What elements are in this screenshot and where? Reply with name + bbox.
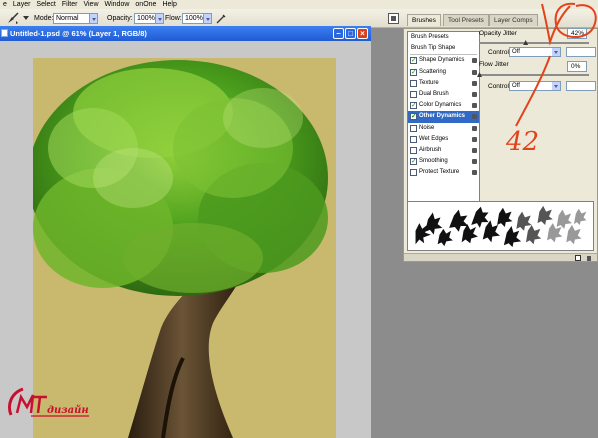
- checkbox[interactable]: [410, 90, 417, 98]
- brush-setting-shape-dynamics[interactable]: Shape Dynamics: [408, 55, 479, 66]
- hand-annotation: 42: [505, 2, 597, 157]
- flow-label: Flow:: [165, 15, 182, 22]
- lock-icon[interactable]: [472, 125, 477, 131]
- checkbox[interactable]: [410, 124, 417, 132]
- menu-item-help[interactable]: Help: [162, 1, 176, 8]
- menu-item-onone[interactable]: onOne: [135, 1, 156, 8]
- brush-setting-other-dynamics[interactable]: Other Dynamics: [408, 111, 479, 123]
- mode-value: Normal: [56, 15, 79, 22]
- opacity-field[interactable]: 100%: [134, 13, 156, 24]
- brush-stroke-preview: [407, 201, 594, 251]
- brush-setting-label: Texture: [419, 79, 439, 86]
- document-icon: [1, 29, 8, 37]
- brush-setting-scattering[interactable]: Scattering: [408, 67, 479, 78]
- brush-setting-label: Wet Edges: [419, 135, 449, 142]
- brush-setting-color-dynamics[interactable]: Color Dynamics: [408, 100, 479, 111]
- brush-setting-label: Shape Dynamics: [419, 57, 465, 64]
- tab-brushes[interactable]: Brushes: [407, 14, 441, 26]
- checkbox[interactable]: [410, 101, 417, 110]
- document-window: Untitled-1.psd @ 61% (Layer 1, RGB/8) – …: [0, 26, 371, 438]
- menu-item-filter[interactable]: Filter: [62, 1, 78, 8]
- trash-icon[interactable]: [586, 255, 592, 261]
- mode-dropdown-arrow[interactable]: [89, 13, 98, 24]
- brush-setting-label: Protect Texture: [419, 169, 460, 176]
- lock-icon[interactable]: [472, 159, 477, 165]
- lock-icon[interactable]: [472, 114, 477, 120]
- mt-dizain-logo: дизайн: [8, 387, 89, 417]
- brush-setting-label: Noise: [419, 124, 435, 131]
- brush-setting-label: Brush Tip Shape: [411, 45, 456, 52]
- maximize-button[interactable]: □: [345, 28, 356, 39]
- close-button[interactable]: ×: [357, 28, 368, 39]
- brush-setting-brush-presets[interactable]: Brush Presets: [408, 32, 479, 43]
- checkbox[interactable]: [410, 146, 417, 154]
- checkbox[interactable]: [410, 56, 417, 65]
- brush-setting-label: Other Dynamics: [419, 113, 466, 120]
- lock-icon[interactable]: [472, 147, 477, 153]
- mode-label: Mode:: [34, 15, 54, 22]
- lock-icon[interactable]: [472, 69, 477, 75]
- brush-setting-label: Brush Presets: [411, 34, 449, 40]
- menu-item-layer[interactable]: Layer: [13, 1, 31, 8]
- brush-setting-label: Airbrush: [419, 146, 442, 153]
- brush-setting-brush-tip-shape[interactable]: Brush Tip Shape: [408, 43, 479, 54]
- menu-item-view[interactable]: View: [83, 1, 98, 8]
- brush-setting-dual-brush[interactable]: Dual Brush: [408, 89, 479, 100]
- lock-icon[interactable]: [472, 58, 477, 64]
- panel-status-strip: [404, 253, 597, 261]
- flow-value: 100%: [185, 15, 203, 22]
- menu-item-select[interactable]: Select: [36, 1, 55, 8]
- brush-setting-wet-edges[interactable]: Wet Edges: [408, 134, 479, 145]
- tab-tool-presets[interactable]: Tool Presets: [443, 14, 489, 26]
- brush-setting-label: Dual Brush: [419, 90, 449, 97]
- brush-tool-icon[interactable]: [6, 12, 20, 25]
- lock-icon[interactable]: [472, 91, 477, 97]
- flow-field[interactable]: 100%: [182, 13, 204, 24]
- palette-well-icon[interactable]: [388, 13, 399, 24]
- lock-icon[interactable]: [472, 136, 477, 142]
- logo-word: дизайн: [47, 405, 89, 416]
- lock-icon[interactable]: [472, 103, 477, 109]
- brush-setting-protect-texture[interactable]: Protect Texture: [408, 167, 479, 178]
- brush-settings-list: Brush Presets Brush Tip Shape Shape Dynami…: [407, 31, 480, 207]
- checkbox[interactable]: [410, 135, 417, 143]
- document-title: Untitled-1.psd @ 61% (Layer 1, RGB/8): [10, 29, 147, 38]
- opacity-label: Opacity:: [107, 15, 133, 22]
- brush-setting-label: Smoothing: [419, 158, 448, 165]
- opacity-value: 100%: [137, 15, 155, 22]
- checkbox[interactable]: [410, 169, 417, 177]
- minimize-button[interactable]: –: [333, 28, 344, 39]
- document-title-bar[interactable]: Untitled-1.psd @ 61% (Layer 1, RGB/8) – …: [0, 26, 371, 41]
- menu-item-window[interactable]: Window: [105, 1, 130, 8]
- checkbox[interactable]: [410, 79, 417, 87]
- brush-preset-picker-icon[interactable]: [23, 16, 29, 21]
- checkbox[interactable]: [410, 112, 417, 121]
- brush-setting-label: Scattering: [419, 68, 447, 75]
- checkbox[interactable]: [410, 68, 417, 76]
- brush-setting-noise[interactable]: Noise: [408, 123, 479, 134]
- brush-setting-airbrush[interactable]: Airbrush: [408, 145, 479, 156]
- image-canvas[interactable]: [33, 58, 336, 438]
- airbrush-icon[interactable]: [215, 13, 227, 25]
- lock-icon[interactable]: [472, 170, 477, 176]
- brush-setting-label: Color Dynamics: [419, 102, 462, 109]
- flow-slider-arrow[interactable]: [203, 13, 212, 24]
- brush-setting-texture[interactable]: Texture: [408, 78, 479, 89]
- brush-setting-smoothing[interactable]: Smoothing: [408, 156, 479, 167]
- opacity-slider-arrow[interactable]: [155, 13, 164, 24]
- checkbox[interactable]: [410, 157, 417, 166]
- menu-item-edit[interactable]: e: [3, 1, 7, 8]
- lock-icon[interactable]: [472, 80, 477, 86]
- new-preset-icon[interactable]: [575, 255, 581, 261]
- annotation-number: 42: [505, 127, 539, 157]
